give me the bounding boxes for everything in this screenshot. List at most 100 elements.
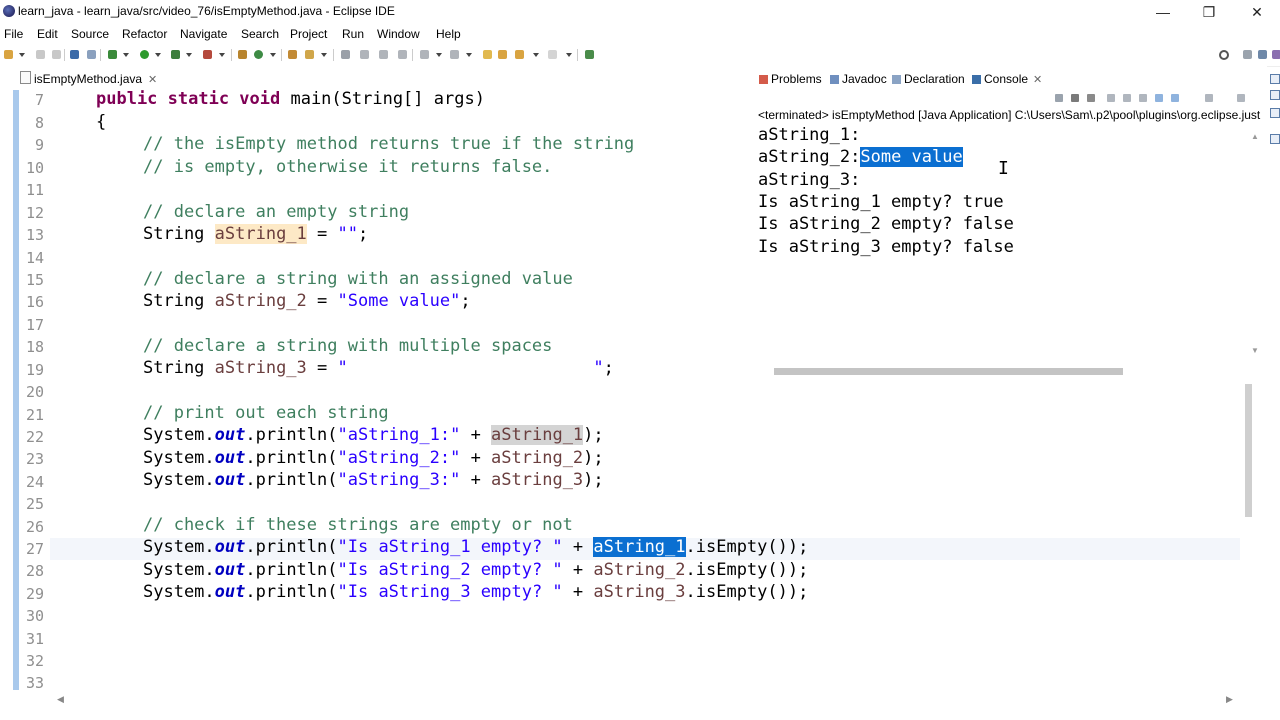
line-number: 14 [25,249,44,267]
field-out: out [214,560,246,580]
line-number: 15 [25,271,44,289]
variable-name: aString_3 [593,582,686,602]
code-text: ; [603,358,614,378]
restore-view-icon[interactable] [1270,74,1280,84]
code-text: String [143,291,215,311]
tab-declaration[interactable]: Declaration [892,72,965,86]
code-text: ; [357,224,369,244]
code-comment: // print out each string [143,403,389,423]
line-number: 22 [25,428,44,446]
code-text: System. [143,425,215,445]
line-number: 17 [25,316,44,334]
close-console-tab-icon[interactable]: ✕ [1033,74,1042,86]
show-on-stderr-icon[interactable] [1171,94,1179,102]
console-scroll-up-icon[interactable]: ▲ [1251,132,1259,141]
code-text: ); [583,470,604,490]
code-comment: // is empty, otherwise it returns false. [143,157,553,177]
console-icon [972,75,981,84]
variable-name: aString_2 [491,448,584,468]
code-text: .isEmpty()); [685,537,809,557]
remove-all-terminated-icon[interactable] [1087,94,1095,102]
selected-variable: aString_1 [593,537,686,557]
string-literal: "Is aString_2 empty? " [337,560,563,580]
line-number: 33 [25,674,44,692]
line-number: 10 [25,159,44,177]
code-text: + [460,470,492,490]
line-number: 32 [25,652,44,670]
editor-vertical-scrollbar[interactable] [1245,384,1252,517]
tab-javadoc[interactable]: Javadoc [830,72,887,86]
field-out: out [214,448,246,468]
console-output-line: Is aString_2 empty? false [758,214,1014,234]
console-output-line: Is aString_1 empty? true [758,192,1004,212]
code-text: + [562,582,594,602]
string-literal: "" [337,224,358,244]
code-text: System. [143,560,215,580]
code-text: main(String[] args) [280,89,485,109]
variable-name: aString_2 [593,560,686,580]
keyword: public static void [96,89,281,109]
code-line: String aString_2 = "Some value"; [143,291,471,311]
code-text: System. [143,448,215,468]
line-number: 25 [25,495,44,513]
code-text: .println( [245,470,338,490]
console-text: aString_2: [758,147,861,167]
tab-problems[interactable]: Problems [759,72,822,86]
code-line: public static void main(String[] args) [96,89,485,109]
code-comment: // declare an empty string [143,202,410,222]
string-literal: " " [337,358,604,378]
view-tab-bar: Problems Javadoc Declaration Console ✕ [757,68,1267,90]
console-minimized-icon[interactable] [1270,134,1280,144]
line-number: 29 [25,585,44,603]
field-out: out [214,470,246,490]
tab-label: Problems [771,72,822,86]
task-list-icon[interactable] [1270,108,1280,118]
debug-perspective-icon[interactable] [1272,50,1280,59]
code-comment: // check if these strings are empty or n… [143,515,573,535]
code-text: ; [460,291,471,311]
code-text: .println( [245,537,338,557]
code-line: System.out.println("aString_2:" + aStrin… [143,448,604,468]
code-text: = [306,358,338,378]
code-text: String [143,224,215,244]
console-scroll-down-icon[interactable]: ▼ [1251,346,1259,355]
code-line: System.out.println("Is aString_1 empty? … [143,537,808,557]
tab-label: Console [984,72,1029,86]
code-text: System. [143,470,215,490]
outline-view-icon[interactable] [1270,90,1280,100]
tab-console[interactable]: Console ✕ [972,72,1042,86]
scroll-lock-icon[interactable] [1123,94,1131,102]
string-literal: "Is aString_1 empty? " [337,537,563,557]
variable-name: aString_2 [214,291,307,311]
code-line: System.out.println("Is aString_2 empty? … [143,560,808,580]
line-number: 18 [25,338,44,356]
clear-console-icon[interactable] [1107,94,1115,102]
code-text: + [460,448,492,468]
console-status: <terminated> isEmptyMethod [Java Applica… [758,108,1261,122]
java-perspective-icon[interactable] [1258,50,1267,59]
code-text: .isEmpty()); [685,560,809,580]
line-number: 13 [25,226,44,244]
tab-label: Javadoc [842,72,887,86]
line-number: 23 [25,450,44,468]
scroll-left-arrow-icon[interactable]: ◀ [57,694,64,705]
line-number: 30 [25,607,44,625]
problems-icon [759,75,768,84]
code-text: ); [583,448,604,468]
code-text: .println( [245,560,338,580]
scroll-right-arrow-icon[interactable]: ▶ [1226,694,1233,705]
line-number: 12 [25,204,44,222]
line-number: 27 [25,540,44,558]
code-comment: // the isEmpty method returns true if th… [143,134,635,154]
code-text: + [562,537,594,557]
show-on-stdout-icon[interactable] [1155,94,1163,102]
code-line: { [96,112,107,132]
terminate-icon[interactable] [1055,94,1063,102]
open-console-icon[interactable] [1237,94,1245,102]
remove-launch-icon[interactable] [1071,94,1079,102]
word-wrap-icon[interactable] [1139,94,1147,102]
code-text: String [143,358,215,378]
display-console-icon[interactable] [1205,94,1213,102]
console-horizontal-scrollbar[interactable] [774,368,1123,375]
string-literal: "Is aString_3 empty? " [337,582,563,602]
